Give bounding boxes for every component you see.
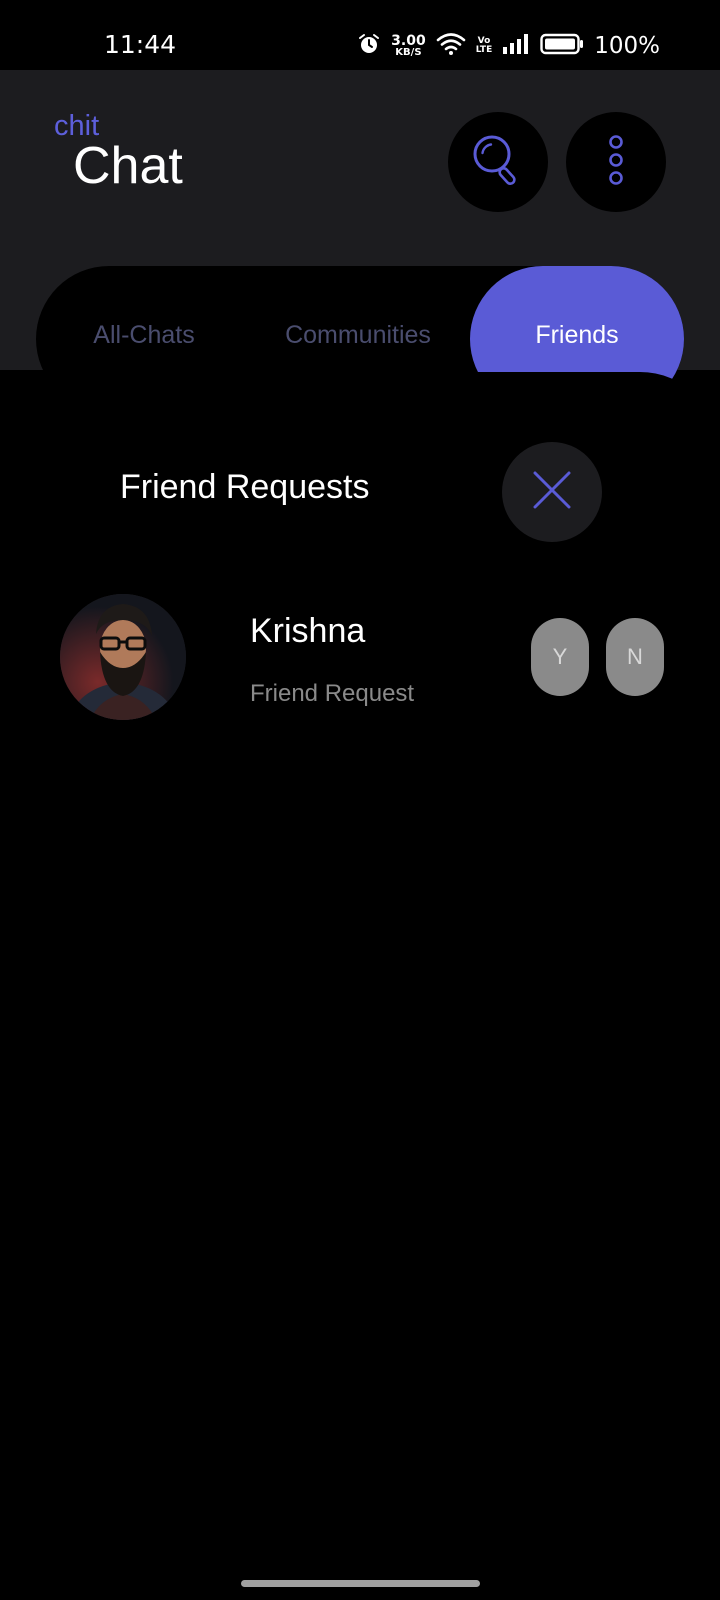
app-screen: 11:44 3.00 KB/S Vo LTE 100% chit Chat Al… xyxy=(0,0,720,1600)
home-indicator[interactable] xyxy=(241,1580,480,1587)
network-speed-value: 3.00 xyxy=(391,33,426,49)
status-time: 11:44 xyxy=(104,30,177,59)
logo-title: Chat xyxy=(73,137,183,195)
status-icons: 3.00 KB/S Vo LTE 100% xyxy=(357,30,660,62)
close-icon xyxy=(532,470,572,515)
network-speed-unit: KB/S xyxy=(395,47,422,58)
friend-request-item: Krishna Friend Request Y N xyxy=(60,594,670,720)
search-button[interactable] xyxy=(448,112,548,212)
request-name: Krishna xyxy=(250,612,366,650)
panel-title: Friend Requests xyxy=(120,468,370,506)
battery-icon xyxy=(540,33,584,60)
volte-bottom-label: LTE xyxy=(475,45,493,55)
more-vertical-icon xyxy=(606,133,626,192)
status-bar: 11:44 3.00 KB/S Vo LTE 100% xyxy=(0,0,720,70)
request-subtitle: Friend Request xyxy=(250,680,415,707)
alarm-icon xyxy=(357,32,381,61)
volte-indicator: Vo LTE xyxy=(476,37,493,55)
signal-icon xyxy=(502,33,530,60)
avatar[interactable] xyxy=(60,594,186,720)
search-icon xyxy=(470,132,526,193)
close-button[interactable] xyxy=(502,442,602,542)
battery-percent: 100% xyxy=(594,33,660,59)
more-options-button[interactable] xyxy=(566,112,666,212)
friend-requests-panel: Friend Requests Krishna Friend Request Y… xyxy=(0,372,720,1600)
decline-button[interactable]: N xyxy=(606,618,664,696)
accept-button[interactable]: Y xyxy=(531,618,589,696)
network-speed: 3.00 KB/S xyxy=(391,34,426,58)
wifi-icon xyxy=(436,32,466,61)
